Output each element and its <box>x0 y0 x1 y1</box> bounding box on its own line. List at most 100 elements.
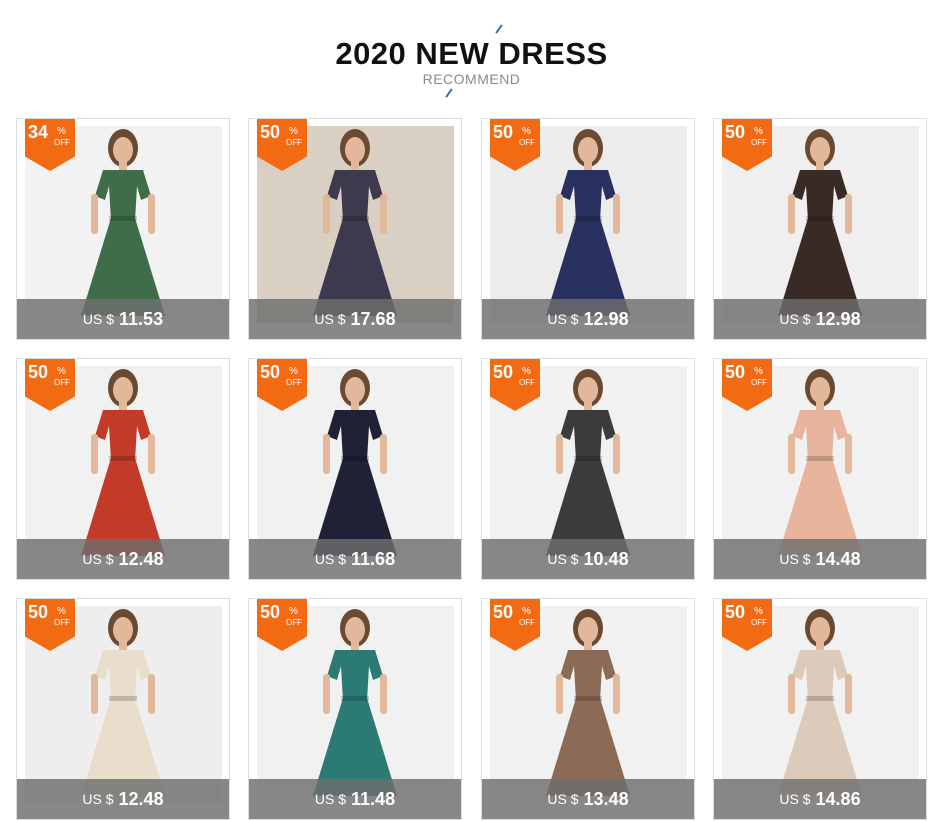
price-value: 14.86 <box>815 788 861 809</box>
price-bar: US $ 11.53 <box>17 299 229 339</box>
price-currency: US $ <box>314 551 347 567</box>
model-arm-left <box>91 434 98 474</box>
model-neck <box>584 160 592 170</box>
model-arm-right <box>845 434 852 474</box>
model-neck <box>351 400 359 410</box>
price-value: 11.53 <box>119 308 164 329</box>
product-card[interactable]: 50 % OFF US $ 11.48 <box>248 598 462 820</box>
model-neck <box>351 640 359 650</box>
model-arm-left <box>556 194 563 234</box>
product-card[interactable]: 50 % OFF US $ 14.86 <box>713 598 927 820</box>
dress-belt <box>574 216 602 221</box>
model-neck <box>584 640 592 650</box>
product-card[interactable]: 50 % OFF US $ 12.98 <box>481 118 695 340</box>
price-bar: US $ 14.86 <box>714 779 926 819</box>
price-currency: US $ <box>82 311 115 327</box>
dress-belt <box>341 216 369 221</box>
off-label: OFF <box>751 138 767 147</box>
model-arm-right <box>148 194 155 234</box>
model-arm-left <box>556 674 563 714</box>
model-arm-left <box>323 674 330 714</box>
discount-value: 50 <box>493 362 514 382</box>
dress-bodice <box>95 410 151 461</box>
model-arm-left <box>323 194 330 234</box>
model-arm-right <box>380 674 387 714</box>
discount-value: 50 <box>260 362 281 382</box>
price-value: 12.48 <box>118 788 164 809</box>
model-face <box>345 377 365 403</box>
product-card[interactable]: 50 % OFF US $ 17.68 <box>248 118 462 340</box>
model-arm-right <box>845 674 852 714</box>
model-arm-left <box>323 434 330 474</box>
dress-bodice <box>327 650 383 701</box>
discount-value: 50 <box>28 602 49 622</box>
model-face <box>810 377 830 403</box>
model-neck <box>816 640 824 650</box>
model-arm-right <box>845 194 852 234</box>
dress-belt <box>109 696 137 701</box>
model-face <box>810 617 830 643</box>
product-grid: 34 % OFF US $ 11.53 50 % OFF US $ 17.68 … <box>0 0 943 821</box>
product-card[interactable]: 50 % OFF US $ 14.48 <box>713 358 927 580</box>
price-currency: US $ <box>314 311 346 327</box>
price-value: 12.98 <box>815 308 861 329</box>
product-card[interactable]: 34 % OFF US $ 11.53 <box>16 118 230 340</box>
model-neck <box>119 160 127 170</box>
model-neck <box>584 400 592 410</box>
dress-belt <box>341 696 369 701</box>
dress-bodice <box>560 650 616 701</box>
discount-value: 34 <box>28 122 49 142</box>
model-arm-right <box>613 194 620 234</box>
percent-sign: % <box>57 126 66 137</box>
price-currency: US $ <box>314 791 347 807</box>
percent-sign: % <box>754 126 763 137</box>
model-arm-left <box>91 194 98 234</box>
model-arm-left <box>788 434 795 474</box>
off-label: OFF <box>54 378 70 387</box>
price-currency: US $ <box>547 791 579 807</box>
price-bar: US $ 11.68 <box>249 539 461 579</box>
price-currency: US $ <box>779 791 811 807</box>
percent-sign: % <box>522 126 531 137</box>
dress-belt <box>574 456 602 461</box>
price-value: 13.48 <box>583 788 629 809</box>
price-currency: US $ <box>547 311 579 327</box>
percent-sign: % <box>522 366 531 377</box>
model-arm-left <box>788 194 795 234</box>
product-card[interactable]: 50 % OFF US $ 12.48 <box>16 358 230 580</box>
off-label: OFF <box>751 378 767 387</box>
percent-sign: % <box>289 126 298 137</box>
model-arm-left <box>556 434 563 474</box>
model-arm-right <box>380 434 387 474</box>
price-bar: US $ 14.48 <box>714 539 926 579</box>
product-card[interactable]: 50 % OFF US $ 10.48 <box>481 358 695 580</box>
price-currency: US $ <box>82 791 114 807</box>
model-face <box>810 137 830 163</box>
discount-value: 50 <box>260 122 281 142</box>
discount-value: 50 <box>493 122 514 142</box>
off-label: OFF <box>286 378 302 387</box>
model-face <box>578 617 598 643</box>
off-label: OFF <box>286 138 302 147</box>
price-currency: US $ <box>82 551 114 567</box>
product-card[interactable]: 50 % OFF US $ 12.98 <box>713 118 927 340</box>
product-card[interactable]: 50 % OFF US $ 12.48 <box>16 598 230 820</box>
dress-bodice <box>792 170 848 221</box>
product-card[interactable]: 50 % OFF US $ 13.48 <box>481 598 695 820</box>
dress-belt <box>341 456 369 461</box>
dress-bodice <box>792 650 848 701</box>
model-face <box>113 377 133 403</box>
model-face <box>345 617 365 643</box>
price-bar: US $ 17.68 <box>249 299 461 339</box>
price-value: 14.48 <box>815 548 861 569</box>
price-value: 17.68 <box>350 308 396 329</box>
product-card[interactable]: 50 % OFF US $ 11.68 <box>248 358 462 580</box>
dress-bodice <box>327 410 383 461</box>
discount-value: 50 <box>725 602 746 622</box>
percent-sign: % <box>289 606 298 617</box>
percent-sign: % <box>57 606 66 617</box>
percent-sign: % <box>754 366 763 377</box>
model-face <box>578 137 598 163</box>
dress-bodice <box>792 410 848 461</box>
model-neck <box>351 160 359 170</box>
